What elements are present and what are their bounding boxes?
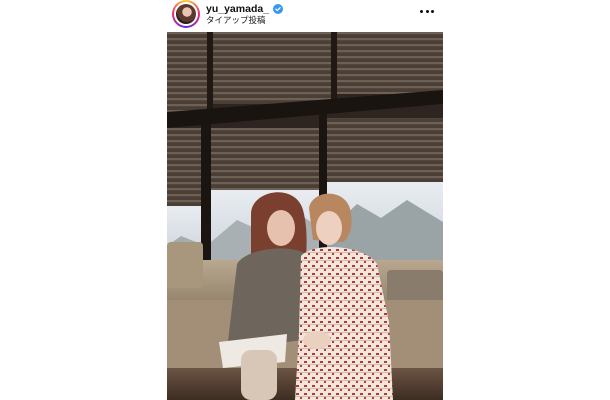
post-header: yu_yamada_ タイアップ投稿 [0, 0, 610, 30]
more-dot [431, 9, 434, 13]
paid-partnership-label[interactable]: タイアップ投稿 [206, 15, 266, 25]
username-row: yu_yamada_ [206, 3, 284, 15]
more-options-button[interactable] [417, 5, 437, 17]
post-photo[interactable] [167, 32, 443, 400]
avatar-photo [176, 4, 196, 24]
more-dot [425, 9, 429, 13]
avatar-border [174, 2, 198, 26]
username-link[interactable]: yu_yamada_ [206, 3, 269, 15]
avatar[interactable] [172, 0, 200, 28]
verified-badge-icon [273, 4, 284, 14]
post-photo-illustration [167, 32, 443, 400]
more-horizontal-icon [420, 9, 423, 13]
